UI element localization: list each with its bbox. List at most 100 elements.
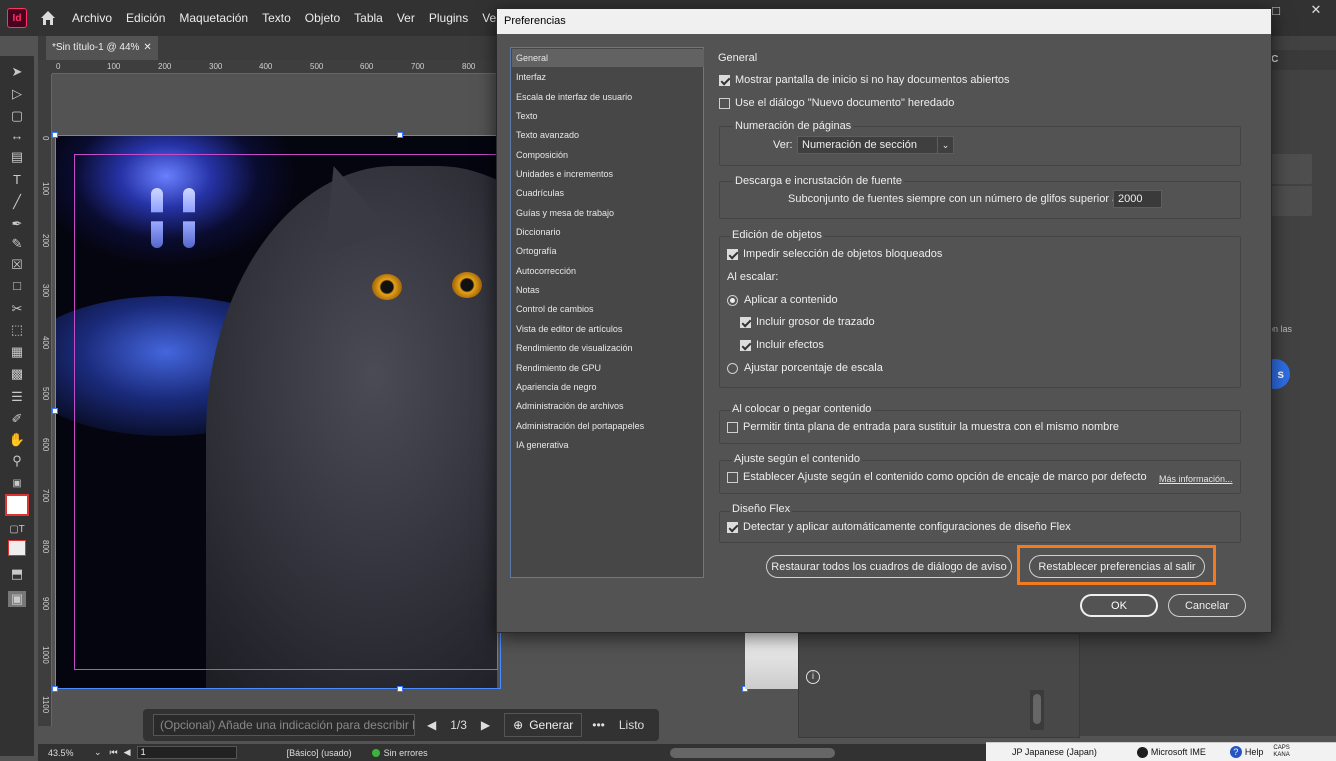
horizontal-scrollbar[interactable] xyxy=(670,748,835,758)
legacy-new-doc-checkbox[interactable] xyxy=(719,98,730,109)
category-composicion[interactable]: Composición xyxy=(512,146,704,164)
category-diccionario[interactable]: Diccionario xyxy=(512,223,704,241)
content-collector-icon[interactable]: ▤ xyxy=(8,149,26,165)
close-tab-icon[interactable]: ✕ xyxy=(143,42,151,53)
menu-plugins[interactable]: Plugins xyxy=(422,11,475,25)
document-canvas[interactable] xyxy=(52,74,498,726)
show-start-screen-checkbox[interactable] xyxy=(719,75,730,86)
eyedropper-tool-icon[interactable]: ✐ xyxy=(8,411,26,427)
frame-handle[interactable] xyxy=(52,686,58,692)
next-icon[interactable]: ▶ xyxy=(481,718,490,732)
free-transform-tool-icon[interactable]: ⬚ xyxy=(8,322,26,338)
page-numbering-select[interactable]: Numeración de sección ⌄ xyxy=(797,136,954,154)
category-archivos[interactable]: Administración de archivos xyxy=(512,397,704,415)
rectangle-frame-tool-icon[interactable]: ☒ xyxy=(8,257,26,273)
horizontal-ruler[interactable]: 0 100 200 300 400 500 600 700 800 xyxy=(52,60,498,74)
menu-archivo[interactable]: Archivo xyxy=(65,11,119,25)
preflight-profile[interactable]: [Básico] (usado) xyxy=(287,748,352,758)
preview-mode-icon[interactable]: ▣ xyxy=(8,591,26,607)
scrollbar-thumb[interactable] xyxy=(1033,694,1041,724)
hand-tool-icon[interactable]: ✋ xyxy=(8,432,26,448)
menu-texto[interactable]: Texto xyxy=(255,11,298,25)
category-cuadriculas[interactable]: Cuadrículas xyxy=(512,184,704,202)
category-unidades[interactable]: Unidades e incrementos xyxy=(512,165,704,183)
zoom-dropdown-icon[interactable]: ⌄ xyxy=(94,747,102,758)
more-info-link[interactable]: Más información... xyxy=(1159,474,1233,484)
tab-document[interactable]: *Sin título-1 @ 44% ✕ xyxy=(46,36,158,60)
microsoft-ime[interactable]: Microsoft IME xyxy=(1136,746,1206,758)
category-texto[interactable]: Texto xyxy=(512,107,704,125)
flex-layout-checkbox[interactable] xyxy=(727,522,738,533)
menu-maquetacion[interactable]: Maquetación xyxy=(172,11,255,25)
previous-icon[interactable]: ◀ xyxy=(427,718,436,732)
menu-tabla[interactable]: Tabla xyxy=(347,11,390,25)
frame-handle[interactable] xyxy=(397,132,403,138)
pen-tool-icon[interactable]: ✒ xyxy=(8,216,26,232)
selection-tool-icon[interactable]: ➤ xyxy=(8,64,26,80)
vertical-ruler[interactable]: 0 100 200 300 400 500 600 700 800 900 10… xyxy=(38,74,52,726)
menu-ver[interactable]: Ver xyxy=(390,11,422,25)
more-options-icon[interactable]: ••• xyxy=(592,718,605,732)
gradient-feather-tool-icon[interactable]: ▩ xyxy=(8,366,26,382)
formatting-container-icon[interactable]: ▢T xyxy=(8,522,26,538)
scissors-tool-icon[interactable]: ✂ xyxy=(8,301,26,317)
include-stroke-checkbox[interactable] xyxy=(740,317,751,328)
gap-tool-icon[interactable]: ↔ xyxy=(8,128,26,144)
panel-block[interactable] xyxy=(1270,186,1312,216)
close-icon[interactable]: ✕ xyxy=(1296,0,1336,20)
category-editor-articulos[interactable]: Vista de editor de artículos xyxy=(512,320,704,338)
category-autocorreccion[interactable]: Autocorrección xyxy=(512,262,704,280)
adjust-scale-radio[interactable] xyxy=(727,363,738,374)
frame-handle[interactable] xyxy=(52,132,58,138)
type-tool-icon[interactable]: T xyxy=(8,172,26,188)
ime-language[interactable]: JP Japanese (Japan) xyxy=(1012,747,1097,757)
gradient-swatch-tool-icon[interactable]: ▦ xyxy=(8,344,26,360)
vertical-scrollbar[interactable] xyxy=(1030,690,1044,730)
ok-button[interactable]: OK xyxy=(1080,594,1158,617)
category-control-cambios[interactable]: Control de cambios xyxy=(512,300,704,318)
apply-to-content-radio[interactable] xyxy=(727,295,738,306)
pencil-tool-icon[interactable]: ✎ xyxy=(8,236,26,252)
direct-selection-tool-icon[interactable]: ▷ xyxy=(8,86,26,102)
subset-glyphs-input[interactable]: 2000 xyxy=(1113,190,1162,208)
zoom-level[interactable]: 43.5% xyxy=(48,748,94,758)
category-escala-ui[interactable]: Escala de interfaz de usuario xyxy=(512,88,704,106)
reset-warning-dialogs-button[interactable]: Restaurar todos los cuadros de diálogo d… xyxy=(766,555,1012,578)
prev-page-icon[interactable]: ◀ xyxy=(124,747,131,758)
done-button[interactable]: Listo xyxy=(619,718,644,732)
spot-color-checkbox[interactable] xyxy=(727,422,738,433)
category-portapapeles[interactable]: Administración del portapapeles xyxy=(512,417,704,435)
prevent-locked-checkbox[interactable] xyxy=(727,249,738,260)
category-rendimiento-gpu[interactable]: Rendimiento de GPU xyxy=(512,359,704,377)
generate-button[interactable]: ⊕ Generar xyxy=(504,713,583,737)
include-effects-checkbox[interactable] xyxy=(740,340,751,351)
category-interfaz[interactable]: Interfaz xyxy=(512,68,704,86)
category-general[interactable]: General xyxy=(512,49,704,67)
help-button[interactable]: ? Help xyxy=(1229,746,1263,758)
prompt-input[interactable]: (Opcional) Añade una indicación para des… xyxy=(153,714,415,736)
line-tool-icon[interactable]: ╱ xyxy=(8,194,26,210)
category-notas[interactable]: Notas xyxy=(512,281,704,299)
apply-none-icon[interactable] xyxy=(8,540,26,556)
info-icon[interactable]: i xyxy=(806,670,820,684)
category-apariencia-negro[interactable]: Apariencia de negro xyxy=(512,378,704,396)
menu-edicion[interactable]: Edición xyxy=(119,11,172,25)
default-fill-stroke-icon[interactable]: ▣ xyxy=(8,476,26,492)
category-ortografia[interactable]: Ortografía xyxy=(512,242,704,260)
first-page-icon[interactable]: ⏮ xyxy=(110,747,118,758)
zoom-tool-icon[interactable]: ⚲ xyxy=(8,453,26,469)
ruler-origin[interactable] xyxy=(38,60,52,74)
page-tool-icon[interactable]: ▢ xyxy=(8,108,26,124)
screen-mode-icon[interactable]: ⬒ xyxy=(8,566,26,582)
category-ia-generativa[interactable]: IA generativa xyxy=(512,436,704,454)
category-texto-avanzado[interactable]: Texto avanzado xyxy=(512,126,704,144)
cancel-button[interactable]: Cancelar xyxy=(1168,594,1246,617)
category-rendimiento-visualizacion[interactable]: Rendimiento de visualización xyxy=(512,339,704,357)
rectangle-tool-icon[interactable]: □ xyxy=(8,278,26,294)
fill-stroke-swatch-icon[interactable] xyxy=(5,494,29,516)
content-aware-checkbox[interactable] xyxy=(727,472,738,483)
cat-ballet-image[interactable] xyxy=(56,136,497,689)
note-tool-icon[interactable]: ☰ xyxy=(8,389,26,405)
frame-handle[interactable] xyxy=(397,686,403,692)
page-field[interactable]: 1 xyxy=(136,746,237,759)
